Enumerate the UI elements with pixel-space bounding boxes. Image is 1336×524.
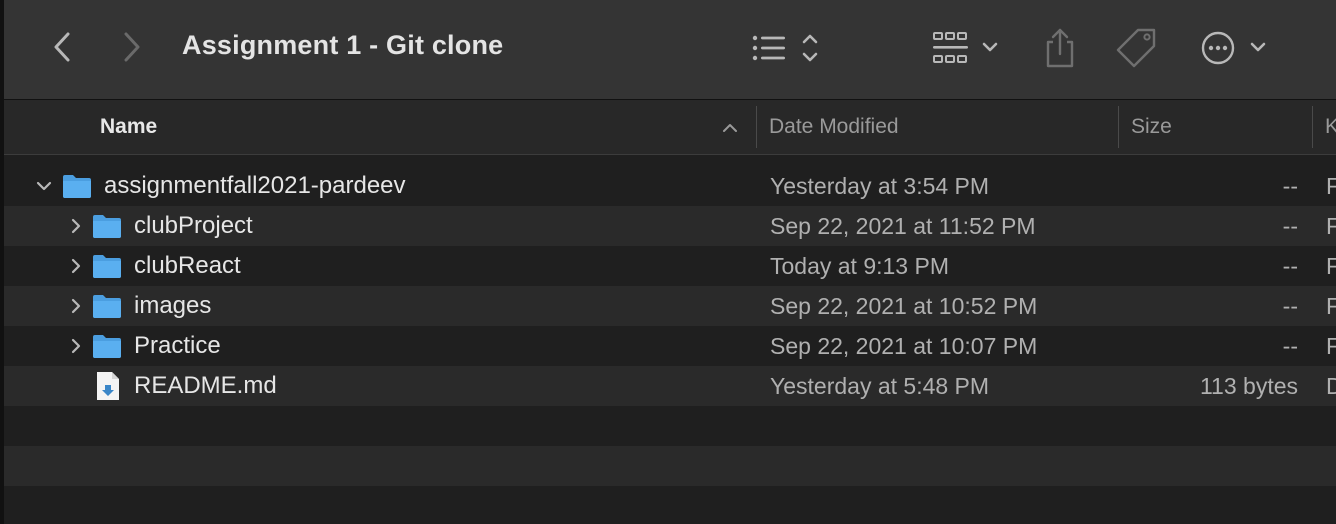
column-name-header[interactable]: Name [100, 100, 750, 154]
chevron-right-icon [124, 32, 140, 62]
empty-row [4, 486, 1336, 524]
disclosure-expanded-icon[interactable] [34, 176, 54, 196]
folder-icon [93, 255, 121, 278]
file-size: -- [1282, 253, 1298, 279]
file-kind: F [1326, 166, 1336, 206]
file-kind: F [1326, 326, 1336, 366]
forward-button[interactable] [114, 27, 150, 67]
file-name: Practice [134, 332, 221, 359]
list-item[interactable]: clubProject Sep 22, 2021 at 11:52 PM -- … [4, 206, 1336, 246]
list-item[interactable]: images Sep 22, 2021 at 10:52 PM -- F [4, 286, 1336, 326]
file-size: -- [1282, 173, 1298, 199]
tag-icon [1116, 28, 1156, 68]
column-header: Name Date Modified Size K [4, 100, 1336, 155]
window-title: Assignment 1 - Git clone [182, 30, 504, 60]
file-kind: F [1326, 246, 1336, 286]
column-size-header[interactable]: Size [1131, 100, 1311, 154]
empty-row [4, 446, 1336, 486]
disclosure-collapsed-icon[interactable] [66, 216, 86, 236]
column-date-header[interactable]: Date Modified [769, 100, 1109, 154]
group-grid-icon [933, 32, 998, 63]
chevron-left-icon [54, 32, 70, 62]
file-date: Sep 22, 2021 at 10:07 PM [770, 333, 1038, 359]
more-actions-button[interactable] [1196, 28, 1272, 68]
file-size: -- [1282, 333, 1298, 359]
list-view-icon [752, 34, 818, 62]
file-name: assignmentfall2021-pardeev [104, 172, 406, 199]
file-size: 113 bytes [1199, 373, 1298, 399]
file-name: README.md [134, 372, 277, 399]
list-item[interactable]: assignmentfall2021-pardeev Yesterday at … [4, 166, 1336, 206]
folder-icon [63, 175, 91, 198]
file-size: -- [1282, 213, 1298, 239]
list-item[interactable]: Practice Sep 22, 2021 at 10:07 PM -- F [4, 326, 1336, 366]
folder-icon [93, 215, 121, 238]
file-date: Yesterday at 3:54 PM [770, 173, 990, 199]
finder-window: Assignment 1 - Git clone Name Date Modif… [0, 0, 1336, 524]
file-date: Today at 9:13 PM [770, 253, 949, 279]
sort-ascending-icon[interactable] [720, 118, 740, 138]
file-date: Yesterday at 5:48 PM [770, 373, 990, 399]
column-divider[interactable] [756, 106, 757, 148]
toolbar: Assignment 1 - Git clone [4, 0, 1336, 100]
file-date: Sep 22, 2021 at 11:52 PM [770, 213, 1036, 239]
file-kind: D [1326, 366, 1336, 406]
file-size: -- [1282, 293, 1298, 319]
column-kind-header[interactable]: K [1325, 100, 1336, 154]
view-options-button[interactable] [748, 28, 824, 68]
tag-button[interactable] [1112, 24, 1162, 72]
file-name: clubReact [134, 252, 241, 279]
share-icon [1046, 28, 1074, 68]
disclosure-collapsed-icon[interactable] [66, 336, 86, 356]
file-date: Sep 22, 2021 at 10:52 PM [770, 293, 1038, 319]
disclosure-collapsed-icon[interactable] [66, 256, 86, 276]
file-kind: F [1326, 286, 1336, 326]
back-button[interactable] [44, 27, 80, 67]
folder-icon [93, 335, 121, 358]
share-button[interactable] [1040, 24, 1080, 72]
file-kind: F [1326, 206, 1336, 246]
list-item[interactable]: README.md Yesterday at 5:48 PM 113 bytes… [4, 366, 1336, 406]
folder-icon [93, 295, 121, 318]
file-list: assignmentfall2021-pardeev Yesterday at … [4, 166, 1336, 524]
disclosure-collapsed-icon[interactable] [66, 296, 86, 316]
column-divider[interactable] [1118, 106, 1119, 148]
column-divider[interactable] [1312, 106, 1313, 148]
markdown-document-icon [97, 372, 119, 400]
ellipsis-circle-icon [1201, 31, 1266, 65]
empty-row [4, 406, 1336, 446]
group-by-button[interactable] [928, 26, 1004, 70]
file-name: images [134, 292, 212, 319]
list-item[interactable]: clubReact Today at 9:13 PM -- F [4, 246, 1336, 286]
file-name: clubProject [134, 212, 253, 239]
